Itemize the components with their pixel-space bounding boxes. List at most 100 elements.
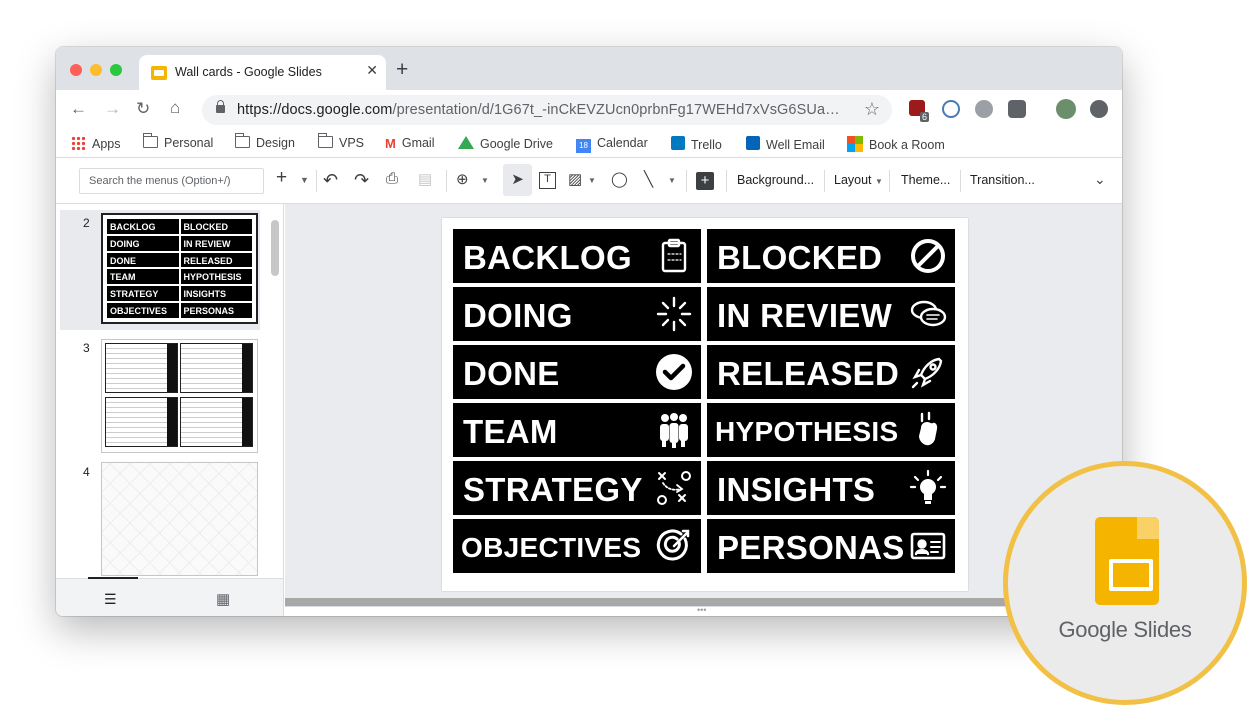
wall-card-doing[interactable]: DOING <box>453 287 701 341</box>
bookmark-google-drive[interactable]: Google Drive <box>458 136 553 151</box>
google-slides-badge: Google Slides <box>1003 461 1247 705</box>
wall-card-objectives[interactable]: OBJECTIVES <box>453 519 701 573</box>
close-window-button[interactable] <box>70 64 82 76</box>
gmail-icon: M <box>385 136 396 151</box>
bookmark-design[interactable]: Design <box>235 133 295 150</box>
bookmark-personal[interactable]: Personal <box>143 133 213 150</box>
wall-card-in-review[interactable]: IN REVIEW <box>707 287 955 341</box>
wall-card-released[interactable]: RELEASED <box>707 345 955 399</box>
image-icon[interactable]: ▨ <box>568 170 582 192</box>
new-tab-button[interactable]: + <box>396 58 408 82</box>
tab-title: Wall cards - Google Slides <box>175 65 322 79</box>
bookmark-apps[interactable]: Apps <box>71 136 121 151</box>
transition-button[interactable]: Transition... <box>970 173 1035 187</box>
slide-number: 3 <box>83 341 90 355</box>
strategy-icon <box>655 469 693 507</box>
slide-canvas: BACKLOG BLOCKED DOING IN REVIEW DONE RELEASED… <box>285 204 1122 616</box>
update-icon[interactable] <box>1090 100 1108 118</box>
maximize-window-button[interactable] <box>110 64 122 76</box>
thumbnail-cards-grid: BACKLOG BLOCKED DOING IN REVIEW DONE RELEASED… <box>107 219 252 318</box>
onepassword-extension-icon[interactable] <box>942 100 960 118</box>
undo-icon[interactable]: ↶ <box>323 170 338 192</box>
people-icon <box>655 411 693 449</box>
line-dropdown-icon[interactable]: ▼ <box>668 176 676 198</box>
thumbnail-card-label: BLOCKED <box>180 219 252 234</box>
redo-icon[interactable]: ↷ <box>354 170 369 192</box>
bookmark-star-icon[interactable]: ☆ <box>864 99 880 120</box>
raised-hand-icon <box>909 411 947 449</box>
toolbar-separator <box>316 170 317 192</box>
shape-icon[interactable]: ◯ <box>611 170 628 192</box>
wall-card-hypothesis[interactable]: HYPOTHESIS <box>707 403 955 457</box>
print-icon[interactable]: ⎙ <box>386 170 398 192</box>
reload-icon[interactable]: ↻ <box>136 99 150 119</box>
slide-number: 2 <box>83 216 90 230</box>
bookmark-calendar[interactable]: 18 Calendar <box>576 136 648 153</box>
layout-button[interactable]: Layout ▼ <box>834 173 883 187</box>
wall-card-insights[interactable]: INSIGHTS <box>707 461 955 515</box>
wall-card-blocked[interactable]: BLOCKED <box>707 229 955 283</box>
minimize-window-button[interactable] <box>90 64 102 76</box>
id-card-icon <box>909 527 947 565</box>
slides-toolbar: Search the menus (Option+/) + ▼ ↶ ↷ ⎙ ▤ … <box>56 158 1122 204</box>
search-menus-input[interactable]: Search the menus (Option+/) <box>79 168 264 194</box>
clipboard-icon <box>655 237 693 275</box>
filmstrip-view-icon[interactable]: ☰ <box>104 591 117 608</box>
grid-view-icon[interactable]: ▦ <box>216 590 230 608</box>
thumbnail-card-label: TEAM <box>107 269 179 285</box>
image-dropdown-icon[interactable]: ▼ <box>588 176 596 198</box>
slide-thumbnail-4[interactable] <box>101 462 258 576</box>
wall-card-personas[interactable]: PERSONAS <box>707 519 955 573</box>
paint-format-icon[interactable]: ▤ <box>418 170 432 192</box>
home-icon[interactable]: ⌂ <box>170 98 180 118</box>
speaker-notes-handle[interactable]: ••• <box>285 605 1122 616</box>
bookmark-vps[interactable]: VPS <box>318 133 364 150</box>
line-icon[interactable]: ╲ <box>644 170 653 192</box>
profile-avatar[interactable] <box>1056 99 1076 119</box>
google-slides-logo-icon <box>1095 517 1159 605</box>
thumbnail-card-label: HYPOTHESIS <box>180 269 252 285</box>
back-icon[interactable]: ← <box>70 99 87 119</box>
filmstrip: 2 BACKLOG BLOCKED DOING IN REVIEW DONE RELEAS… <box>56 204 284 616</box>
bookmark-gmail[interactable]: M Gmail <box>385 136 435 151</box>
wall-card-strategy[interactable]: STRATEGY <box>453 461 701 515</box>
slide-thumbnail-2[interactable]: BACKLOG BLOCKED DOING IN REVIEW DONE RELEASED… <box>101 213 258 324</box>
spinner-icon <box>655 295 693 333</box>
address-bar[interactable]: https://docs.google.com/presentation/d/1… <box>202 95 892 125</box>
new-slide-button[interactable]: + <box>276 167 287 189</box>
text-box-icon[interactable]: T <box>539 172 556 189</box>
forward-icon[interactable]: → <box>104 99 121 119</box>
thumbnail-card-label: RELEASED <box>180 252 252 268</box>
wall-card-label: PERSONAS <box>717 529 905 566</box>
bookmark-trello[interactable]: Trello <box>671 136 722 152</box>
settings-extension-icon[interactable] <box>975 100 993 118</box>
wall-card-team[interactable]: TEAM <box>453 403 701 457</box>
select-tool-icon[interactable]: ➤ <box>503 164 532 196</box>
filmstrip-scrollbar[interactable] <box>271 220 279 276</box>
theme-button[interactable]: Theme... <box>901 173 950 187</box>
thumbnail-card-label: DONE <box>107 252 179 268</box>
zoom-dropdown-icon[interactable]: ▼ <box>481 176 489 198</box>
browser-tab[interactable]: Wall cards - Google Slides ✕ <box>139 55 386 90</box>
wall-card-label: DOING <box>463 297 573 334</box>
background-button[interactable]: Background... <box>737 173 814 187</box>
slide[interactable]: BACKLOG BLOCKED DOING IN REVIEW DONE RELEASED… <box>442 218 968 591</box>
google-drive-icon <box>458 136 474 149</box>
bookmark-book-a-room[interactable]: Book a Room <box>847 136 945 152</box>
wall-card-backlog[interactable]: BACKLOG <box>453 229 701 283</box>
bookmark-well-email[interactable]: Well Email <box>746 136 825 152</box>
wall-card-done[interactable]: DONE <box>453 345 701 399</box>
drag-handle-icon[interactable]: ••• <box>697 605 706 615</box>
collapse-toolbar-chevron-icon[interactable]: ⌄ <box>1094 171 1106 193</box>
new-slide-dropdown-icon[interactable]: ▼ <box>300 175 309 197</box>
thumbnail-card-label: DOING <box>107 235 179 251</box>
tab-close-icon[interactable]: ✕ <box>366 62 378 79</box>
pocket-extension-icon[interactable] <box>1008 100 1026 118</box>
thumbnail-card-label: BACKLOG <box>107 219 179 234</box>
add-comment-icon[interactable]: + <box>696 172 714 190</box>
zoom-icon[interactable]: ⊕ <box>456 170 469 192</box>
slide-thumbnail-3[interactable] <box>101 339 258 453</box>
blocked-icon <box>909 237 947 275</box>
wall-card-label: IN REVIEW <box>717 297 893 334</box>
bookmarks-bar: Apps Personal Design VPS M Gmail Google D… <box>56 130 1122 158</box>
